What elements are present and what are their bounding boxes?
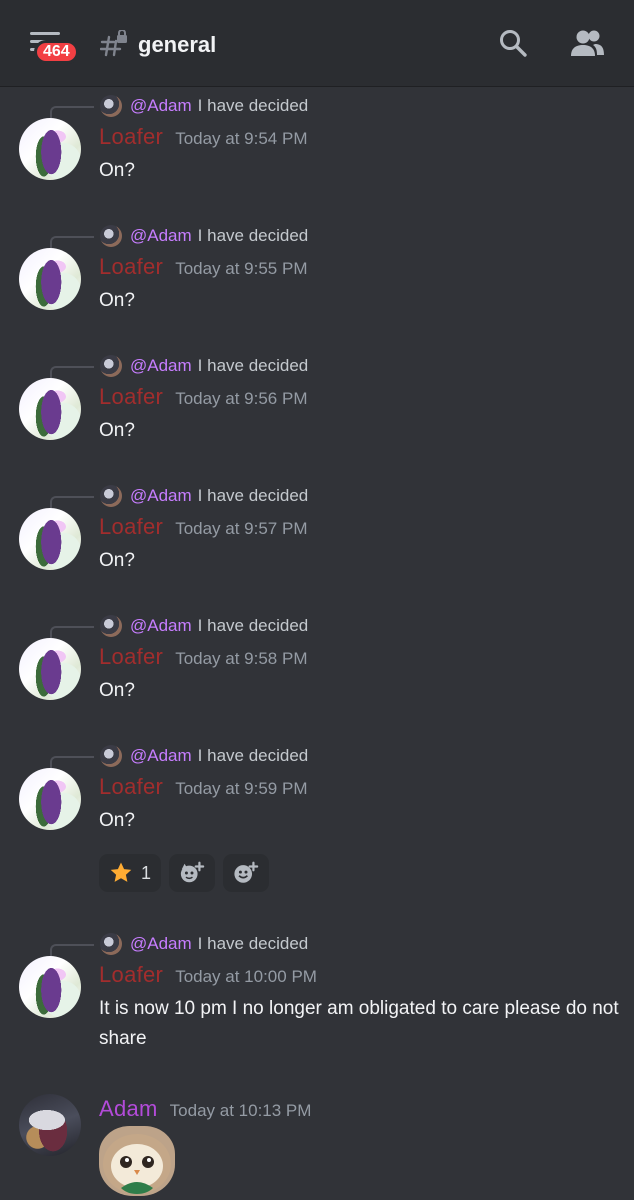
timestamp: Today at 9:56 PM: [175, 389, 308, 408]
message[interactable]: Adam Today at 10:13 PM: [0, 1072, 634, 1200]
reply-preview[interactable]: @Adam I have decided: [100, 614, 308, 638]
message[interactable]: @Adam I have decided Loafer Today at 9:59…: [0, 744, 634, 904]
message-content: On?: [99, 420, 135, 441]
reply-avatar: [100, 933, 122, 955]
timestamp: Today at 10:00 PM: [175, 967, 317, 986]
reaction-count: 1: [140, 862, 151, 883]
timestamp: Today at 9:57 PM: [175, 519, 308, 538]
timestamp: Today at 9:59 PM: [175, 779, 308, 798]
message-header: Loafer Today at 10:00 PM: [99, 962, 317, 988]
reply-preview[interactable]: @Adam I have decided: [100, 354, 308, 378]
reply-preview[interactable]: @Adam I have decided: [100, 744, 308, 768]
reply-text: I have decided: [197, 746, 309, 765]
reply-text: I have decided: [197, 934, 309, 953]
reply-mention[interactable]: @Adam: [130, 934, 192, 954]
avatar[interactable]: [19, 378, 81, 440]
timestamp: Today at 9:55 PM: [175, 259, 308, 278]
reply-avatar: [100, 225, 122, 247]
members-icon[interactable]: [569, 28, 605, 58]
message[interactable]: @Adam I have decided Loafer Today at 9:58…: [0, 614, 634, 724]
add-reaction-button[interactable]: [223, 854, 269, 892]
channel-header: 464 general: [0, 0, 634, 87]
username[interactable]: Loafer: [99, 644, 163, 669]
menu-button[interactable]: 464: [22, 26, 79, 66]
reply-preview[interactable]: @Adam I have decided: [100, 224, 308, 248]
reply-text: I have decided: [197, 96, 309, 115]
notification-badge: 464: [34, 40, 79, 64]
avatar[interactable]: [19, 956, 81, 1018]
reply-text: I have decided: [197, 356, 309, 375]
search-icon[interactable]: [498, 28, 528, 58]
message[interactable]: @Adam I have decided Loafer Today at 9:56…: [0, 354, 634, 464]
avatar[interactable]: [19, 118, 81, 180]
reply-preview[interactable]: @Adam I have decided: [100, 932, 308, 956]
reply-text: I have decided: [197, 616, 309, 635]
reply-text: I have decided: [197, 486, 309, 505]
timestamp: Today at 9:58 PM: [175, 649, 308, 668]
message-content: On?: [99, 160, 135, 181]
reply-avatar: [100, 95, 122, 117]
message-content: On?: [99, 290, 135, 311]
message-header: Loafer Today at 9:55 PM: [99, 254, 308, 280]
message-content: On?: [99, 680, 135, 701]
message[interactable]: @Adam I have decided Loafer Today at 10:0…: [0, 932, 634, 1072]
message[interactable]: @Adam I have decided Loafer Today at 9:55…: [0, 224, 634, 334]
reply-avatar: [100, 485, 122, 507]
star-reaction[interactable]: 1: [99, 854, 161, 892]
locked-hashtag-icon: [100, 30, 127, 57]
reply-preview[interactable]: @Adam I have decided: [100, 484, 308, 508]
message-header: Loafer Today at 9:56 PM: [99, 384, 308, 410]
timestamp: Today at 10:13 PM: [169, 1101, 312, 1120]
reply-mention[interactable]: @Adam: [130, 486, 192, 506]
message-header: Loafer Today at 9:59 PM: [99, 774, 308, 800]
reply-avatar: [100, 355, 122, 377]
username[interactable]: Loafer: [99, 384, 163, 409]
message-content: On?: [99, 550, 135, 571]
timestamp: Today at 9:54 PM: [175, 129, 308, 148]
username[interactable]: Loafer: [99, 514, 163, 539]
avatar[interactable]: [19, 1094, 81, 1156]
message[interactable]: @Adam I have decided Loafer Today at 9:57…: [0, 484, 634, 594]
username[interactable]: Loafer: [99, 124, 163, 149]
owl-sticker-image: [103, 1134, 171, 1194]
message-header: Loafer Today at 9:58 PM: [99, 644, 308, 670]
message-header: Adam Today at 10:13 PM: [99, 1096, 311, 1122]
avatar[interactable]: [19, 638, 81, 700]
avatar[interactable]: [19, 508, 81, 570]
reply-mention[interactable]: @Adam: [130, 616, 192, 636]
username[interactable]: Adam: [99, 1096, 158, 1121]
avatar[interactable]: [19, 768, 81, 830]
reply-text: I have decided: [197, 226, 309, 245]
message-header: Loafer Today at 9:54 PM: [99, 124, 308, 150]
reply-mention[interactable]: @Adam: [130, 96, 192, 116]
message[interactable]: @Adam I have decided Loafer Today at 9:54…: [0, 94, 634, 204]
channel-name: general: [138, 32, 217, 57]
reply-preview[interactable]: @Adam I have decided: [100, 94, 308, 118]
star-icon: [110, 862, 132, 882]
message-content: On?: [99, 810, 135, 831]
message-header: Loafer Today at 9:57 PM: [99, 514, 308, 540]
reply-avatar: [100, 615, 122, 637]
username[interactable]: Loafer: [99, 962, 163, 987]
username[interactable]: Loafer: [99, 254, 163, 279]
username[interactable]: Loafer: [99, 774, 163, 799]
avatar[interactable]: [19, 248, 81, 310]
reply-mention[interactable]: @Adam: [130, 356, 192, 376]
add-super-reaction-button[interactable]: [169, 854, 215, 892]
add-reaction-icon: [234, 861, 259, 883]
reply-mention[interactable]: @Adam: [130, 746, 192, 766]
reply-avatar: [100, 745, 122, 767]
reply-mention[interactable]: @Adam: [130, 226, 192, 246]
owl-sticker[interactable]: [99, 1126, 175, 1196]
reactions-bar: 1: [99, 854, 269, 892]
message-content: It is now 10 pm I no longer am obligated…: [99, 998, 619, 1049]
add-super-reaction-icon: [180, 861, 205, 883]
